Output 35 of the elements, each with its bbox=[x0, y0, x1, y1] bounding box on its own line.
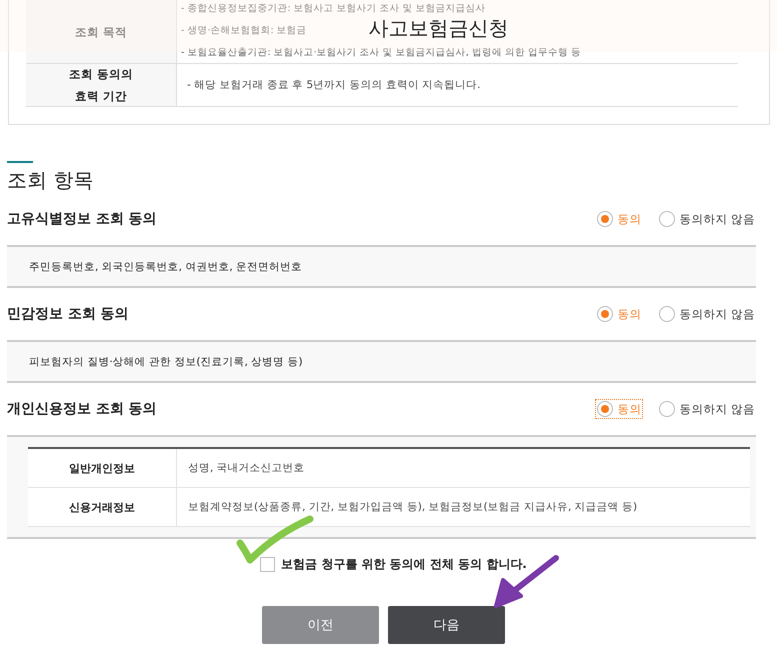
page-title: 사고보험금신청 bbox=[368, 16, 510, 40]
radio-button[interactable] bbox=[597, 306, 614, 322]
item-title: 고유식별정보 조회 동의 bbox=[7, 210, 157, 228]
detail-text: 주민등록번호, 외국인등록번호, 여권번호, 운전면허번호 bbox=[28, 260, 302, 274]
row-header: 신용거래정보 bbox=[28, 488, 177, 526]
table-cell: - 해당 보험거래 종료 후 5년까지 동의의 효력이 지속됩니다. bbox=[187, 78, 481, 92]
detail-text: 피보험자의 질병·상해에 관한 정보(진료기록, 상병명 등) bbox=[28, 354, 303, 368]
checkbox[interactable] bbox=[260, 556, 276, 572]
radio-label: 동의 bbox=[617, 402, 642, 416]
radio-label: 동의 bbox=[617, 306, 642, 322]
radio-button[interactable] bbox=[659, 306, 676, 322]
item-title: 민감정보 조회 동의 bbox=[7, 305, 129, 323]
radio-button[interactable] bbox=[597, 211, 614, 227]
row-header: 일반개인정보 bbox=[28, 449, 177, 487]
radio-label: 동의하지 않음 bbox=[679, 402, 755, 416]
radio-label: 동의하지 않음 bbox=[679, 212, 755, 226]
radio-option[interactable]: 동의하지 않음 bbox=[658, 210, 756, 228]
radio-button[interactable] bbox=[597, 401, 614, 417]
row-header: 조회 목적 bbox=[26, 0, 177, 63]
radio-option[interactable]: 동의하지 않음 bbox=[658, 400, 756, 418]
radio-label: 동의 bbox=[617, 212, 642, 226]
table-cell-text: 성명, 국내거소신고번호 bbox=[187, 461, 306, 476]
radio-label: 동의하지 않음 bbox=[679, 306, 755, 322]
item-title: 개인신용정보 조회 동의 bbox=[7, 400, 157, 418]
row-header: 조회 동의의 효력 기간 bbox=[26, 64, 177, 106]
radio-button[interactable] bbox=[659, 211, 676, 227]
checkbox-label: 보험금 청구를 위한 동의에 전체 동의 합니다. bbox=[281, 556, 527, 572]
section-title: 조회 항목 bbox=[7, 167, 94, 193]
next-button[interactable]: 다음 bbox=[388, 606, 505, 644]
table-cell-text: 보험계약정보(상품종류, 기간, 보험가입금액 등), 보험금정보(보험금 지급사유, 지급금액 등) bbox=[187, 500, 638, 515]
table-cell: - 생명·손해보험협회: 보험금 bbox=[181, 24, 307, 37]
radio-option[interactable]: 동의하지 않음 bbox=[658, 305, 756, 323]
radio-button[interactable] bbox=[659, 401, 676, 417]
table-cell: - 종합신용정보집중기관: 보험사고 보험사기 조사 및 보험금지급심사 bbox=[181, 2, 486, 15]
table-cell: - 보험요율산출기관: 보험사고·보험사기 조사 및 보험금지급심사, 법령에 의한 업무수행 등 bbox=[181, 46, 581, 59]
